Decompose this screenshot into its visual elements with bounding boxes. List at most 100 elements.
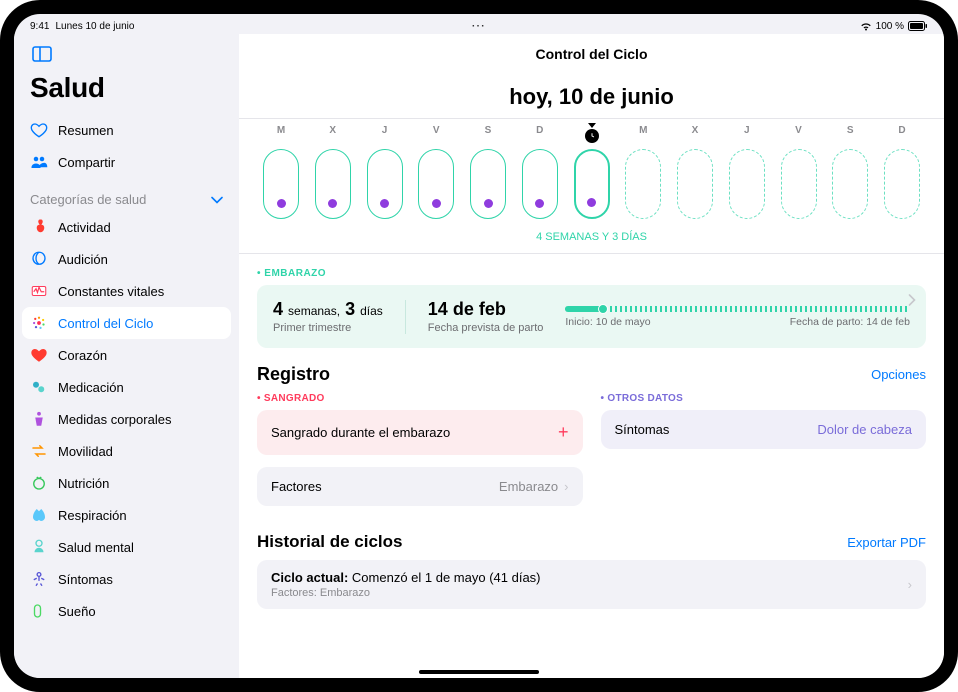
day-pill[interactable]: [574, 149, 610, 219]
factors-row[interactable]: Factores Embarazo›: [257, 467, 583, 506]
day-letter: V: [414, 125, 458, 143]
day-pill[interactable]: [884, 149, 920, 219]
multitask-dots[interactable]: ⋯: [471, 18, 487, 32]
sidebar-item-label: Actividad: [58, 220, 111, 235]
sidebar-item-label: Medidas corporales: [58, 412, 171, 427]
status-time: 9:41: [30, 21, 49, 32]
sidebar-item-sueño[interactable]: Sueño: [22, 595, 231, 627]
page-title: Control del Ciclo: [239, 46, 944, 62]
day-letter: X: [311, 125, 355, 143]
chevron-down-icon: [211, 192, 223, 207]
logged-dot-icon: [535, 199, 544, 208]
app-title: Salud: [30, 72, 231, 104]
category-icon: [30, 378, 48, 396]
day-pill[interactable]: [522, 149, 558, 219]
historial-current-cycle-row[interactable]: Ciclo actual: Comenzó el 1 de mayo (41 d…: [257, 560, 926, 609]
category-icon: [30, 474, 48, 492]
status-date: Lunes 10 de junio: [55, 21, 134, 32]
sidebar-item-medidas-corporales[interactable]: Medidas corporales: [22, 403, 231, 435]
pregnancy-due-label: Fecha prevista de parto: [428, 322, 544, 334]
pregnancy-due-date: 14 de feb: [428, 299, 544, 320]
day-pill[interactable]: [729, 149, 765, 219]
day-pill[interactable]: [418, 149, 454, 219]
sidebar-item-label: Constantes vitales: [58, 284, 164, 299]
pregnancy-weeks: 4 semanas, 3 días: [273, 299, 383, 320]
sidebar-item-label: Nutrición: [58, 476, 109, 491]
today-marker: [570, 125, 614, 143]
sidebar-item-salud-mental[interactable]: Salud mental: [22, 531, 231, 563]
battery-icon: [908, 21, 928, 31]
day-letter: J: [363, 125, 407, 143]
sidebar-item-label: Movilidad: [58, 444, 113, 459]
sidebar-item-label: Resumen: [58, 123, 114, 138]
sidebar-item-label: Compartir: [58, 155, 115, 170]
category-icon: [30, 602, 48, 620]
registro-title: Registro: [257, 364, 330, 385]
chevron-right-icon: ›: [564, 479, 568, 494]
day-pill[interactable]: [470, 149, 506, 219]
sidebar-toggle-icon[interactable]: [30, 42, 54, 66]
day-letter: S: [466, 125, 510, 143]
date-header: hoy, 10 de junio: [239, 84, 944, 110]
category-icon: [30, 314, 48, 332]
pregnancy-progress-bar: [565, 306, 910, 312]
battery-percent: 100 %: [876, 21, 904, 32]
day-pill[interactable]: [677, 149, 713, 219]
bleeding-tag: SANGRADO: [257, 393, 583, 404]
sidebar-item-constantes-vitales[interactable]: Constantes vitales: [22, 275, 231, 307]
sidebar-item-share[interactable]: Compartir: [22, 146, 231, 178]
sidebar-item-control-del-ciclo[interactable]: Control del Ciclo: [22, 307, 231, 339]
sidebar-item-label: Corazón: [58, 348, 107, 363]
cycle-timeline[interactable]: MXJVSDMXJVSD 4 SEMANAS Y 3 DÍAS: [239, 118, 944, 254]
pregnancy-card[interactable]: 4 semanas, 3 días Primer trimestre 14 de…: [257, 285, 926, 348]
export-pdf-button[interactable]: Exportar PDF: [847, 535, 926, 550]
sidebar-item-audición[interactable]: Audición: [22, 243, 231, 275]
sidebar-item-label: Sueño: [58, 604, 96, 619]
other-data-tag: OTROS DATOS: [601, 393, 927, 404]
symptoms-row[interactable]: Síntomas Dolor de cabeza: [601, 410, 927, 449]
registro-options-button[interactable]: Opciones: [871, 367, 926, 382]
sidebar-section-header[interactable]: Categorías de salud: [22, 184, 231, 211]
day-letter: M: [621, 125, 665, 143]
people-icon: [30, 153, 48, 171]
day-letter: J: [725, 125, 769, 143]
sidebar-item-síntomas[interactable]: Síntomas: [22, 563, 231, 595]
historial-title: Historial de ciclos: [257, 532, 403, 552]
main-content: Control del Ciclo hoy, 10 de junio MXJVS…: [239, 34, 944, 678]
day-pill[interactable]: [832, 149, 868, 219]
sidebar-item-label: Respiración: [58, 508, 127, 523]
day-pill[interactable]: [315, 149, 351, 219]
sidebar-item-respiración[interactable]: Respiración: [22, 499, 231, 531]
sidebar-item-label: Audición: [58, 252, 108, 267]
pregnancy-tag: EMBARAZO: [257, 268, 926, 279]
category-icon: [30, 346, 48, 364]
sidebar-item-movilidad[interactable]: Movilidad: [22, 435, 231, 467]
logged-dot-icon: [277, 199, 286, 208]
sidebar-item-label: Síntomas: [58, 572, 113, 587]
sidebar-item-actividad[interactable]: Actividad: [22, 211, 231, 243]
day-letter: V: [777, 125, 821, 143]
pregnancy-start-label: Inicio: 10 de mayo: [565, 316, 650, 328]
clock-icon: [585, 129, 599, 143]
day-pill[interactable]: [367, 149, 403, 219]
sidebar-item-medicación[interactable]: Medicación: [22, 371, 231, 403]
day-letter: D: [880, 125, 924, 143]
day-letter: X: [673, 125, 717, 143]
pregnancy-duration-label: 4 SEMANAS Y 3 DÍAS: [239, 231, 944, 243]
day-pill[interactable]: [625, 149, 661, 219]
home-indicator[interactable]: [419, 670, 539, 674]
plus-icon: +: [558, 422, 569, 443]
logged-dot-icon: [432, 199, 441, 208]
day-pill[interactable]: [263, 149, 299, 219]
category-icon: [30, 282, 48, 300]
bleeding-row[interactable]: Sangrado durante el embarazo +: [257, 410, 583, 455]
heart-outline-icon: [30, 121, 48, 139]
sidebar-item-summary[interactable]: Resumen: [22, 114, 231, 146]
status-bar: 9:41 Lunes 10 de junio ⋯ 100 %: [14, 14, 944, 34]
sidebar-item-label: Salud mental: [58, 540, 134, 555]
sidebar-item-nutrición[interactable]: Nutrición: [22, 467, 231, 499]
chevron-right-icon: ›: [908, 577, 912, 592]
sidebar-item-corazón[interactable]: Corazón: [22, 339, 231, 371]
pregnancy-trimester: Primer trimestre: [273, 322, 383, 334]
day-pill[interactable]: [781, 149, 817, 219]
